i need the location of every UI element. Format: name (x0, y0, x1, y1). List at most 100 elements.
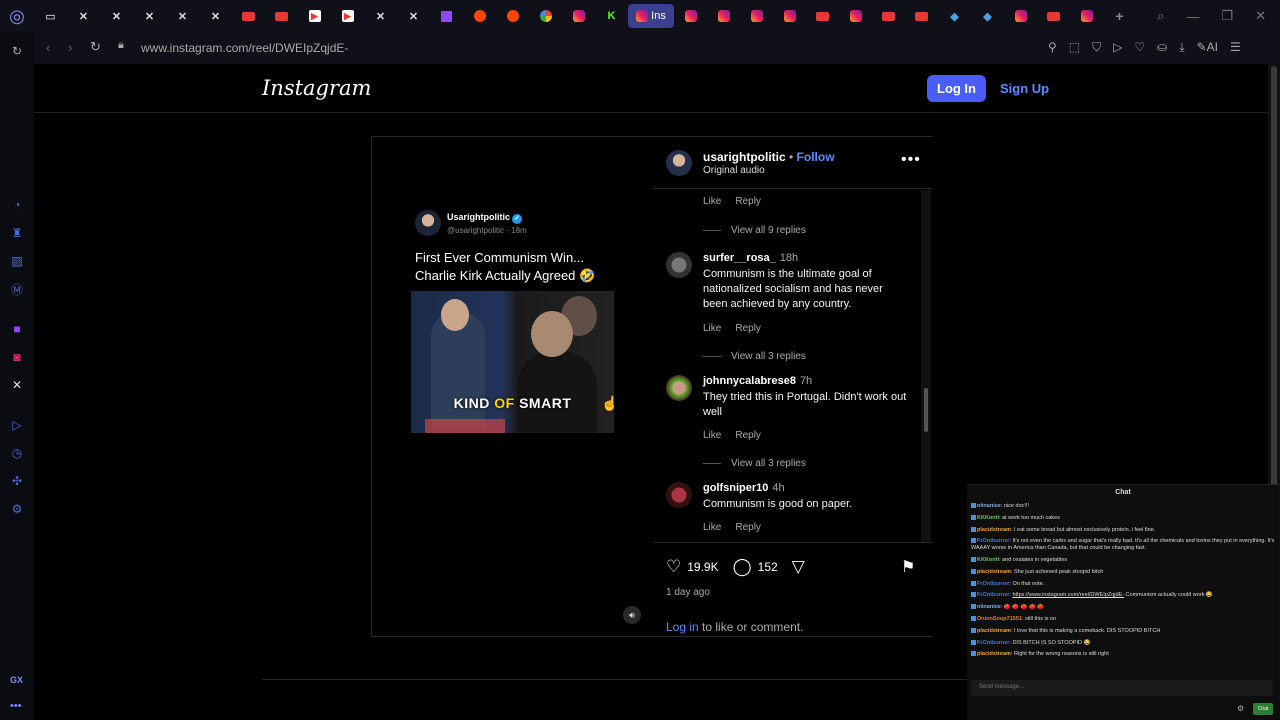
tab-x[interactable]: ✕ (397, 4, 430, 28)
tab-x[interactable]: ✕ (133, 4, 166, 28)
gx-corner-icon[interactable]: ◔ (10, 198, 24, 212)
comments-scrollbar[interactable] (921, 190, 931, 542)
like-comment-button[interactable]: Like (703, 522, 721, 533)
news-icon[interactable]: ▨ (10, 254, 24, 268)
player-icon[interactable]: ▷ (10, 418, 24, 432)
comments-scroll-thumb[interactable] (924, 388, 928, 432)
view-replies-button[interactable]: View all 3 replies (703, 351, 806, 362)
tab-instagram[interactable] (1004, 4, 1037, 28)
tab-x[interactable]: ✕ (100, 4, 133, 28)
chat-username[interactable]: FrOntburner (977, 640, 1009, 646)
author-avatar[interactable] (666, 150, 692, 176)
chat-username[interactable]: FrOntburner (977, 538, 1009, 544)
new-tab-button[interactable]: + (1103, 4, 1136, 28)
chat-username[interactable]: placidstream (977, 651, 1011, 657)
tab-x[interactable]: ✕ (364, 4, 397, 28)
gx-control-icon[interactable]: ♜ (10, 226, 24, 240)
tab-instagram-active[interactable]: Ins (628, 4, 674, 28)
author-username[interactable]: usarightpolitic • Follow (703, 150, 835, 164)
restore-icon[interactable]: ❐ (1221, 8, 1233, 24)
tab-red[interactable]: ▶ (298, 4, 331, 28)
chat-username[interactable]: KKKonti (977, 557, 999, 563)
back-arrow-icon[interactable]: ‹ (46, 40, 50, 55)
menu-icon[interactable]: ☰ (1230, 40, 1241, 55)
heart-icon[interactable]: ♡ (1134, 40, 1145, 55)
like-comment-button[interactable]: Like (703, 196, 721, 207)
commenter-name[interactable]: golfsniper10 4h (703, 482, 785, 494)
forward-arrow-icon[interactable]: › (68, 40, 72, 55)
reload-page-icon[interactable]: ↻ (90, 39, 101, 55)
reel-video[interactable]: Usarightpolitic ✓ @usarightpolitic · 18m … (372, 137, 653, 636)
chat-username[interactable]: KKKonti (977, 515, 999, 521)
shield-icon[interactable]: ⛉ (1092, 40, 1101, 55)
pin-icon[interactable]: ⚲ (1048, 40, 1057, 55)
tab-youtube[interactable] (872, 4, 905, 28)
mute-toggle-icon[interactable]: 🔊︎ (623, 606, 641, 624)
snapshot-icon[interactable]: ⬚ (1069, 40, 1080, 55)
tab-twitch[interactable] (430, 4, 463, 28)
tab-reddit[interactable] (496, 4, 529, 28)
tab-folder[interactable]: ▭ (34, 4, 67, 28)
login-link[interactable]: Log in (666, 620, 699, 634)
chat-username[interactable]: niinanise (977, 503, 1001, 509)
commenter-name[interactable]: surfer__rosa_ 18h (703, 252, 798, 264)
view-replies-button[interactable]: View all 3 replies (703, 458, 806, 469)
url-field[interactable]: www.instagram.com/reel/DWEIpZqjdE- (141, 41, 348, 55)
tab-youtube[interactable] (806, 4, 839, 28)
commenter-name[interactable]: johnnycalabrese8 7h (703, 375, 812, 387)
share-send-icon[interactable]: ▽ (792, 557, 805, 577)
chat-username[interactable]: placidstream (977, 628, 1011, 634)
tab-youtube[interactable] (905, 4, 938, 28)
play-icon[interactable]: ▷ (1113, 40, 1122, 55)
ai-button[interactable]: ✎AI (1197, 40, 1218, 55)
tab-kick[interactable]: K (595, 4, 628, 28)
chat-message-input[interactable]: Send message... (971, 680, 1273, 696)
chat-username[interactable]: placidstream (977, 527, 1011, 533)
more-dots-icon[interactable]: ••• (10, 700, 22, 712)
tab-youtube[interactable] (1037, 4, 1070, 28)
chat-link[interactable]: https://www.instagram.com/reel/DWEIpZqjd… (1012, 592, 1124, 598)
chat-username[interactable]: FrOntburner (977, 581, 1009, 587)
like-heart-icon[interactable]: ♡ (666, 557, 681, 577)
chat-send-button[interactable]: Chat (1253, 703, 1273, 715)
m-app-icon[interactable]: Ⓜ (10, 282, 24, 297)
tab-app[interactable]: ◆ (971, 4, 1004, 28)
opera-gx-logo-icon[interactable]: ◎ (0, 0, 34, 32)
reply-button[interactable]: Reply (735, 522, 761, 533)
settings-gear-icon[interactable]: ⚙ (10, 502, 24, 516)
chat-username[interactable]: OnionSoup71551 (977, 616, 1022, 622)
like-comment-button[interactable]: Like (703, 430, 721, 441)
reply-button[interactable]: Reply (735, 323, 761, 334)
tab-x[interactable]: ✕ (199, 4, 232, 28)
tab-youtube[interactable] (265, 4, 298, 28)
chat-settings-icon[interactable]: ⚙ (1237, 704, 1244, 713)
follow-button[interactable]: Follow (797, 150, 835, 164)
login-button[interactable]: Log In (927, 75, 986, 102)
x-icon[interactable]: ✕ (10, 378, 24, 392)
tab-instagram[interactable] (839, 4, 872, 28)
more-options-icon[interactable]: ••• (901, 151, 921, 169)
chat-username[interactable]: placidstream (977, 569, 1011, 575)
original-audio-link[interactable]: Original audio (703, 165, 765, 176)
tab-red[interactable]: ▶ (331, 4, 364, 28)
comment-bubble-icon[interactable]: ◯ (733, 557, 752, 577)
tab-reddit[interactable] (463, 4, 496, 28)
close-window-icon[interactable]: ✕ (1255, 8, 1266, 24)
bookmark-icon[interactable]: ⚑ (901, 557, 915, 577)
like-comment-button[interactable]: Like (703, 323, 721, 334)
gx-label[interactable]: GX (10, 675, 23, 685)
wallet-icon[interactable]: ⛀ (1157, 40, 1167, 55)
extensions-icon[interactable]: ✣ (10, 474, 24, 488)
download-icon[interactable]: ⤓ (1179, 40, 1184, 55)
tab-instagram[interactable] (707, 4, 740, 28)
tab-instagram[interactable] (562, 4, 595, 28)
chat-username[interactable]: niinanise (977, 604, 1001, 610)
tab-instagram[interactable] (1070, 4, 1103, 28)
tab-instagram[interactable] (674, 4, 707, 28)
instagram-logo[interactable]: Instagram (262, 76, 371, 100)
tab-instagram[interactable] (773, 4, 806, 28)
tab-x[interactable]: ✕ (166, 4, 199, 28)
tab-instagram[interactable] (740, 4, 773, 28)
reload-icon[interactable]: ↻ (10, 44, 24, 58)
commenter-avatar[interactable] (666, 375, 692, 401)
